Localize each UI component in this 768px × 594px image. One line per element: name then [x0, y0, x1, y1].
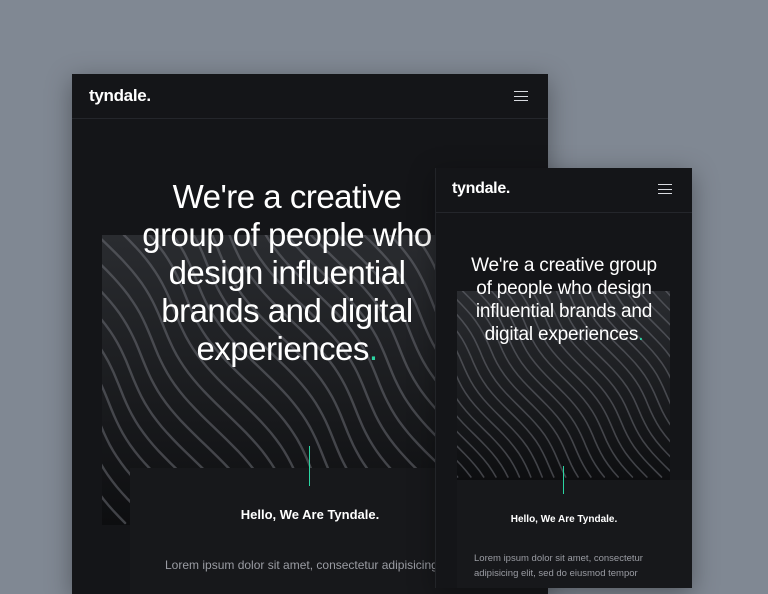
logo[interactable]: tyndale.: [452, 180, 510, 198]
hero-accent-dot: .: [368, 330, 378, 367]
hero-heading: We're a creative group of people who des…: [464, 254, 664, 346]
logo[interactable]: tyndale.: [89, 86, 151, 106]
hero-heading: We're a creative group of people who des…: [132, 178, 442, 368]
navbar: tyndale.: [436, 168, 692, 213]
hamburger-menu-icon[interactable]: [658, 184, 672, 194]
hamburger-menu-icon[interactable]: [514, 91, 528, 101]
about-heading: Hello, We Are Tyndale.: [240, 507, 380, 522]
navbar: tyndale.: [72, 74, 548, 119]
about-heading: Hello, We Are Tyndale.: [510, 514, 618, 525]
hero-text: We're a creative group of people who des…: [471, 255, 657, 345]
accent-divider: [563, 466, 564, 494]
phone-mockup: tyndale. We're a creative group of peopl…: [435, 168, 692, 588]
hero-text: We're a creative group of people who des…: [142, 178, 432, 367]
hero-accent-dot: .: [638, 324, 644, 345]
about-text: Lorem ipsum dolor sit amet, consectetur …: [474, 553, 643, 579]
accent-divider: [309, 446, 310, 486]
